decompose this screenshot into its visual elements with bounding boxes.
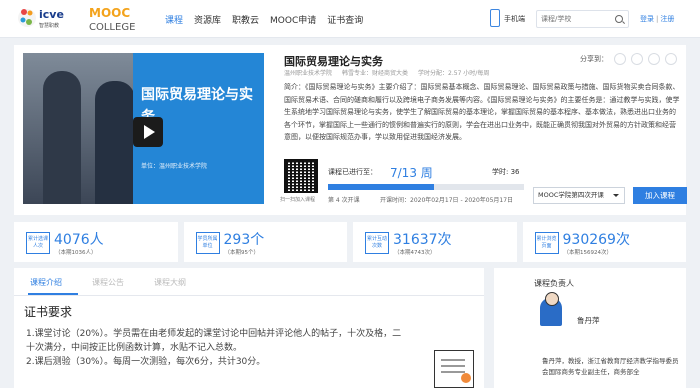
stat-value: 31637次 [393,232,452,248]
search-icon[interactable] [615,15,623,23]
teacher-avatar[interactable] [540,292,562,326]
course-title: 国际贸易理论与实务 [284,55,383,68]
stat-value: 930269次 [562,232,630,248]
cover-person-1 [43,71,81,204]
requirement-2: 2.课后测验（30%）。每周一次测验，每次6分，共计30分。 [26,357,266,367]
stat-tag: 学员所属单位 [195,232,220,254]
search-input[interactable] [541,13,611,25]
hours-label: 学时: 36 [492,168,520,176]
play-icon[interactable] [133,117,163,147]
nav-vocational-cloud[interactable]: 职教云 [232,13,259,26]
course-lead-panel: 课程负责人 鲁丹萍 鲁丹萍，教授，浙江省教育厅经济教学指导委员会国际商务专业副主… [494,268,686,388]
stat-sub: （本期95个） [224,250,260,256]
svg-text:icve: icve [39,8,64,21]
stats-row: 累计选课人次 4076人 （本期1036人） 学员所属单位 293个 （本期95… [14,222,686,262]
register-link[interactable]: 注册 [660,15,674,23]
meta-hours: 学时分配：2.57 小时/每周 [418,70,490,77]
qq-share-icon[interactable] [665,53,677,65]
stat-enrollment: 累计选课人次 4076人 （本期1036人） [14,222,178,262]
progress-value: 7/13 周 [390,166,433,180]
icve-logo[interactable]: icve 智慧职教 [18,5,80,31]
nav-resource-library[interactable]: 资源库 [194,13,221,26]
main-nav: 课程 资源库 职教云 MOOC申请 证书查询 [165,0,363,38]
share-label: 分享到： [580,55,608,63]
stat-sub: （本期4743次） [394,250,436,256]
stat-sub: （本期1036人） [55,250,97,256]
mobile-phone-icon[interactable] [490,9,500,27]
nav-courses[interactable]: 课程 [165,13,183,26]
meta-school[interactable]: 温州职业技术学院 [284,68,332,77]
certificate-icon [434,350,474,388]
qzone-share-icon[interactable] [614,53,626,65]
teacher-name[interactable]: 鲁丹萍 [577,315,600,326]
cover-person-2 [95,81,135,204]
nav-certificate-query[interactable]: 证书查询 [327,13,363,26]
wechat-share-icon[interactable] [648,53,660,65]
stat-tag: 累计选课人次 [26,232,50,254]
course-cover-video[interactable]: 国际贸易理论与实务 单位：温州职业技术学院 [23,53,264,204]
term-select[interactable]: MOOC学院第四次开课 [533,187,625,204]
progress-label: 课程已进行至： [328,168,377,176]
stat-sub: （本期156924次） [563,250,613,256]
course-meta: 温州职业技术学院 韩雪专业：财经商贸大类 学时分配：2.57 小时/每周 [284,68,489,77]
teacher-bio: 鲁丹萍，教授，浙江省教育厅经济教学指导委员会国际商务专业副主任，商务部全 [542,357,679,376]
course-lead-title: 课程负责人 [534,279,574,288]
certificate-heading: 证书要求 [24,305,73,319]
auth-links: 登录 | 注册 [640,15,675,23]
qr-caption: 扫一扫加入课程 [280,197,316,203]
stat-tag: 累计互动次数 [365,232,389,254]
mobile-label[interactable]: 手机端 [504,14,525,24]
stat-value: 293个 [223,232,265,248]
course-card: 国际贸易理论与实务 单位：温州职业技术学院 国际贸易理论与实务 温州职业技术学院… [14,45,687,215]
stat-pageviews: 累计浏览页面 930269次 （本期156924次） [522,222,686,262]
cover-unit: 单位：温州职业技术学院 [141,163,208,170]
mooc-college-logo[interactable]: MOOC COLLEGE [88,4,154,34]
progress-bar-fill [328,184,434,190]
stat-value: 4076人 [54,232,104,248]
nav-mooc-apply[interactable]: MOOC申请 [270,13,316,26]
course-dates: 开课时间：2020年02月17日 - 2020年05月17日 [380,197,514,204]
search-box [536,10,629,28]
tab-course-announcements[interactable]: 课程公告 [92,277,124,288]
qr-code [284,159,318,193]
svg-text:COLLEGE: COLLEGE [89,22,135,33]
stat-tag: 累计浏览页面 [534,232,559,254]
tab-content: 证书要求 1.课堂讨论（20%）。学员需在由老师发起的课堂讨论中回帖并评论他人的… [14,296,484,388]
svg-text:MOOC: MOOC [89,6,130,20]
join-course-button[interactable]: 加入课程 [633,187,687,204]
certificate-requirement-text: 1.课堂讨论（20%）。学员需在由老师发起的课堂讨论中回帖并评论他人的帖子，十次… [26,327,406,369]
stat-interactions: 累计互动次数 31637次 （本期4743次） [353,222,517,262]
meta-major: 韩雪专业：财经商贸大类 [342,70,409,77]
weibo-share-icon[interactable] [631,53,643,65]
requirement-1: 1.课堂讨论（20%）。学员需在由老师发起的课堂讨论中回帖并评论他人的帖子，十次… [26,329,402,353]
term-label: 第 4 次开课 [328,197,360,204]
login-link[interactable]: 登录 [640,15,654,23]
active-tab-indicator [28,293,78,295]
course-tabs: 课程介绍 课程公告 课程大纲 [14,268,484,296]
progress-bar [328,184,524,190]
svg-text:智慧职教: 智慧职教 [39,22,59,29]
top-nav-bar: icve 智慧职教 MOOC COLLEGE 课程 资源库 职教云 MOOC申请… [0,0,700,38]
tab-course-intro[interactable]: 课程介绍 [30,277,62,288]
stat-units: 学员所属单位 293个 （本期95个） [183,222,347,262]
tab-course-outline[interactable]: 课程大纲 [154,277,186,288]
